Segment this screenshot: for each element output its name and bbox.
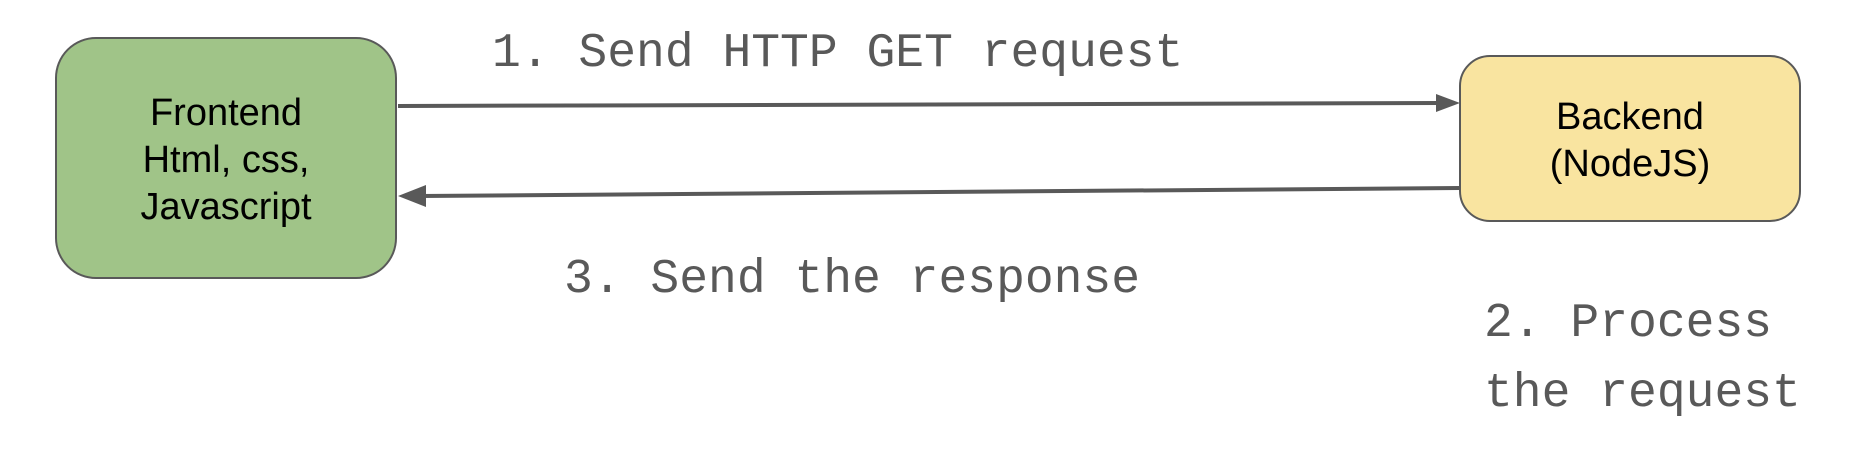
process-note: 2. Process the request [1484, 297, 1801, 421]
request-label: 1. Send HTTP GET request [492, 27, 1183, 81]
diagram-canvas: Frontend Html, css, Javascript Backend (… [0, 0, 1864, 472]
process-note-line-2: the request [1484, 367, 1801, 421]
frontend-node: Frontend Html, css, Javascript [55, 37, 397, 279]
response-arrow-line [419, 186, 1461, 198]
request-arrowhead [1436, 94, 1460, 112]
backend-box [1459, 55, 1801, 222]
response-label: 3. Send the response [564, 253, 1140, 307]
frontend-line-2: Html, css, [143, 139, 310, 181]
backend-line-1: Backend [1556, 96, 1704, 138]
request-edge: 1. Send HTTP GET request [397, 27, 1460, 112]
process-note-line-1: 2. Process [1484, 297, 1772, 351]
backend-node: Backend (NodeJS) [1459, 55, 1801, 222]
backend-line-2: (NodeJS) [1550, 143, 1711, 185]
request-arrow-line [397, 101, 1441, 108]
response-arrowhead [398, 185, 426, 207]
frontend-line-3: Javascript [140, 186, 311, 228]
flow-diagram: Frontend Html, css, Javascript Backend (… [55, 27, 1801, 421]
response-edge: 3. Send the response [398, 185, 1461, 307]
frontend-line-1: Frontend [150, 92, 302, 134]
